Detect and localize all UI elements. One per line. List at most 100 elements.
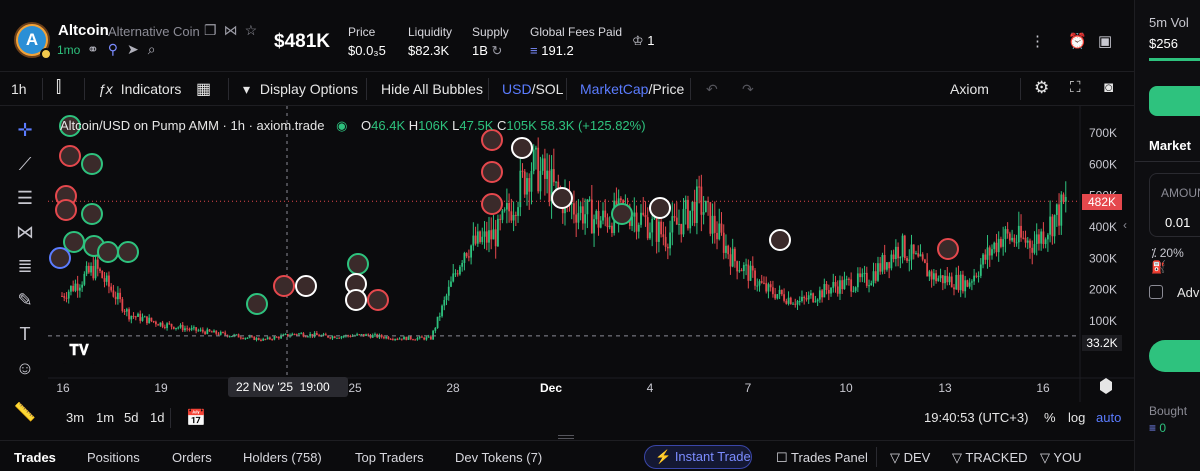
auto-toggle[interactable]: auto [1096,410,1121,425]
filter-icon: ▽ [1040,450,1050,465]
candle-body [649,232,651,239]
candle-body [716,232,718,240]
camera-icon[interactable]: ◙ [1104,79,1113,96]
tab-trades[interactable]: Trades [14,450,56,465]
token-links: ⚭⚲➤⌕ [87,41,165,58]
candle-body [400,338,403,340]
candle-body [879,263,882,272]
candle-body [718,223,721,240]
profile-icon[interactable]: ⚲ [108,41,127,57]
trade-bubble [97,241,119,263]
candle-body [1042,231,1045,245]
amount-value[interactable]: 0.01 [1165,215,1190,230]
layout-grid-icon[interactable]: ▦ [196,79,211,99]
token-ticker[interactable]: Altcoin [58,22,109,39]
candle-body [501,210,504,220]
toolbar-divider [42,78,43,100]
undo-icon[interactable]: ↶ [706,81,718,98]
share-icon[interactable]: ⋈ [224,22,245,38]
emoji-icon[interactable]: ☺ [13,356,37,380]
log-toggle[interactable]: log [1068,410,1085,425]
indicators-button[interactable]: ƒx Indicators [98,81,181,97]
candle-body [711,215,714,234]
x-tick-label: 7 [745,381,752,395]
chart-canvas[interactable]: 700K600K500K400K300K200K100K16192528Dec4… [48,106,1134,402]
candle-body [834,282,837,287]
visibility-eye-icon[interactable]: ◉ [336,118,347,133]
buy-button[interactable] [1149,340,1200,372]
hide-bubbles-button[interactable]: Hide All Bubbles [381,81,483,97]
more-vertical-icon[interactable]: ⋮ [1030,32,1045,50]
alarm-icon[interactable]: ⏰ [1068,32,1087,50]
candle-body [177,327,180,329]
currency-toggle[interactable]: USD/SOL [502,81,563,97]
buy-toggle[interactable] [1149,86,1200,116]
star-icon[interactable]: ☆ [245,22,265,38]
copy-icon[interactable]: ❐ [204,22,224,38]
crosshair-icon[interactable]: ✛ [13,118,37,142]
percent-toggle[interactable]: % [1044,410,1056,425]
tab-market[interactable]: Market [1149,138,1191,153]
candle-body [944,275,946,284]
search-icon[interactable]: ⌕ [148,41,165,57]
candle-body [521,170,524,172]
tab-holders[interactable]: Holders (758) [243,450,322,465]
panel-icon: ☐ [776,450,788,465]
tab-positions[interactable]: Positions [87,450,140,465]
candle-type-icon[interactable]: ⫿ [56,79,61,97]
filter-you[interactable]: ▽ YOU [1040,450,1082,466]
candle-body [595,210,598,220]
brush-icon[interactable]: ✎ [13,288,37,312]
ruler-icon[interactable]: 📏 [13,400,37,424]
settings-gear-icon[interactable]: ⚙ [1034,78,1049,98]
fullscreen-icon[interactable]: ⛶ [1070,79,1081,96]
candle-body [1044,239,1047,245]
metric-toggle[interactable]: MarketCap/Price [580,81,684,97]
range-1m[interactable]: 1m [96,410,114,425]
range-1d[interactable]: 1d [150,410,164,425]
fib-icon[interactable]: ≣ [13,254,37,278]
range-5d[interactable]: 5d [124,410,138,425]
candle-body [868,285,870,287]
display-options-button[interactable]: ▾ Display Options [243,81,358,98]
tradingview-logo[interactable]: 𝐓𝐕 [62,338,96,364]
toolbar-divider [566,78,567,100]
clock-label[interactable]: 19:40:53 (UTC+3) [924,410,1028,425]
price-chart[interactable]: 700K600K500K400K300K200K100K16192528Dec4… [48,106,1134,402]
candle-body [588,199,591,201]
link-icon[interactable]: ⚭ [87,41,108,57]
tab-orders[interactable]: Orders [172,450,212,465]
calendar-icon[interactable]: 📅 [186,408,206,428]
filter-tracked[interactable]: ▽ TRACKED [952,450,1028,466]
candle-body [751,265,754,271]
candle-body [257,338,260,340]
resize-handle[interactable] [558,435,574,439]
range-3m[interactable]: 3m [66,410,84,425]
slippage[interactable]: ⁒ 20% ⛽ [1151,246,1200,274]
candle-body [604,210,607,218]
refresh-icon[interactable]: ↻ [492,43,503,58]
horizontal-lines-icon[interactable]: ☰ [13,186,37,210]
interval-select[interactable]: 1h [11,81,27,97]
pattern-icon[interactable]: ⋈ [13,220,37,244]
panel-icon[interactable]: ▣ [1098,32,1112,50]
candle-body [103,278,106,282]
instant-trade-button[interactable]: ⚡ Instant Trade [644,445,752,469]
redo-icon[interactable]: ↷ [742,81,754,98]
y-tick-label: 200K [1089,283,1117,297]
candle-body [172,326,175,329]
tab-dev-tokens[interactable]: Dev Tokens (7) [455,450,542,465]
candle-body [248,336,251,338]
candle-body [635,212,638,232]
tab-top-traders[interactable]: Top Traders [355,450,424,465]
candle-body [691,201,694,211]
candle-body [537,147,540,192]
telegram-icon[interactable]: ➤ [127,41,148,57]
trades-panel-toggle[interactable]: ☐ Trades Panel [776,450,868,466]
text-tool-icon[interactable]: T [13,322,37,346]
crown-count[interactable]: ♔ 1 [632,33,655,49]
trendline-icon[interactable]: ⟋ [13,152,37,176]
candle-body [642,212,645,215]
advanced-checkbox[interactable] [1149,285,1163,299]
filter-dev[interactable]: ▽ DEV [890,450,930,466]
